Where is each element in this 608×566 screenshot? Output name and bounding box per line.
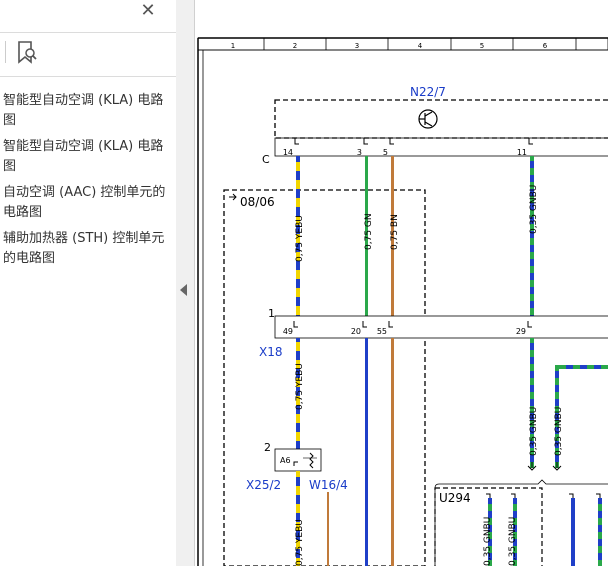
ruler-col-5: 5 — [480, 42, 484, 50]
ruler-col-4: 4 — [418, 42, 423, 50]
x18-pin-20: 20 — [351, 327, 361, 336]
bookmark-aac[interactable]: 自动空调 (AAC) 控制单元的电路图 — [3, 183, 173, 223]
connector-c-label: C — [262, 153, 270, 166]
wire-label-gnbu-top: 0,35 GNBU — [529, 185, 539, 234]
wiring-diagram: 1 2 3 4 5 6 N22/7 C 14 3 5 11 08/06 0,75… — [197, 37, 608, 566]
u294-label: U294 — [439, 491, 471, 505]
wire-label-yebu-mid: 0,75 YEBU — [295, 363, 305, 410]
zone-label: 08/06 — [240, 195, 275, 209]
w16-label: W16/4 — [309, 478, 348, 492]
x18-pin-55: 55 — [377, 327, 387, 336]
wire-label-gnbu-mid-1: 0,35 GNBU — [529, 407, 539, 456]
bookmarks-panel: ✕ 智能型自动空调 (KLA) 电路图 智能型自动空调 (KLA) 电路图 自动… — [0, 0, 177, 566]
u294-wire-1: 0,35 GNBU — [483, 517, 493, 566]
close-panel-button[interactable]: ✕ — [138, 0, 158, 22]
x25-pin: A6 — [280, 456, 291, 465]
x18-pin-49: 49 — [283, 327, 293, 336]
component-n22-7: N22/7 — [410, 85, 446, 99]
pin-14: 14 — [283, 148, 293, 157]
x18-index: 1 — [268, 307, 275, 320]
bookmark-search-icon[interactable] — [14, 40, 40, 66]
x25-index: 2 — [264, 441, 271, 454]
panel-splitter[interactable] — [176, 0, 195, 566]
bookmark-kla-1[interactable]: 智能型自动空调 (KLA) 电路图 — [3, 91, 173, 131]
ruler-col-2: 2 — [293, 42, 297, 50]
pin-5: 5 — [383, 148, 388, 157]
triangle-left-icon[interactable] — [180, 284, 187, 296]
x25-label: X25/2 — [246, 478, 281, 492]
wire-label-bn: 0,75 BN — [390, 214, 400, 250]
toolbar-separator — [5, 41, 6, 63]
ruler-col-6: 6 — [543, 42, 548, 50]
bookmark-kla-2[interactable]: 智能型自动空调 (KLA) 电路图 — [3, 137, 173, 177]
pin-3: 3 — [357, 148, 362, 157]
toolbar-divider — [0, 76, 176, 77]
x18-pin-29: 29 — [516, 327, 526, 336]
x18-label: X18 — [259, 345, 283, 359]
ruler-col-3: 3 — [355, 42, 359, 50]
wire-label-gn: 0,75 GN — [364, 213, 374, 250]
pin-11: 11 — [517, 148, 527, 157]
wire-label-gnbu-mid-2: 0,35 GNBU — [554, 407, 564, 456]
ruler-col-1: 1 — [231, 42, 235, 50]
diagram-viewport[interactable]: 1 2 3 4 5 6 N22/7 C 14 3 5 11 08/06 0,75… — [195, 0, 608, 566]
bookmark-sth[interactable]: 辅助加热器 (STH) 控制单元的电路图 — [3, 229, 173, 269]
panel-divider — [0, 32, 176, 33]
u294-wire-2: 0,35 GNBU — [508, 517, 518, 566]
wire-label-yebu-top: 0,75 YEBU — [295, 215, 305, 262]
wire-label-yebu-bottom: 0,75 YEBU — [295, 519, 305, 566]
